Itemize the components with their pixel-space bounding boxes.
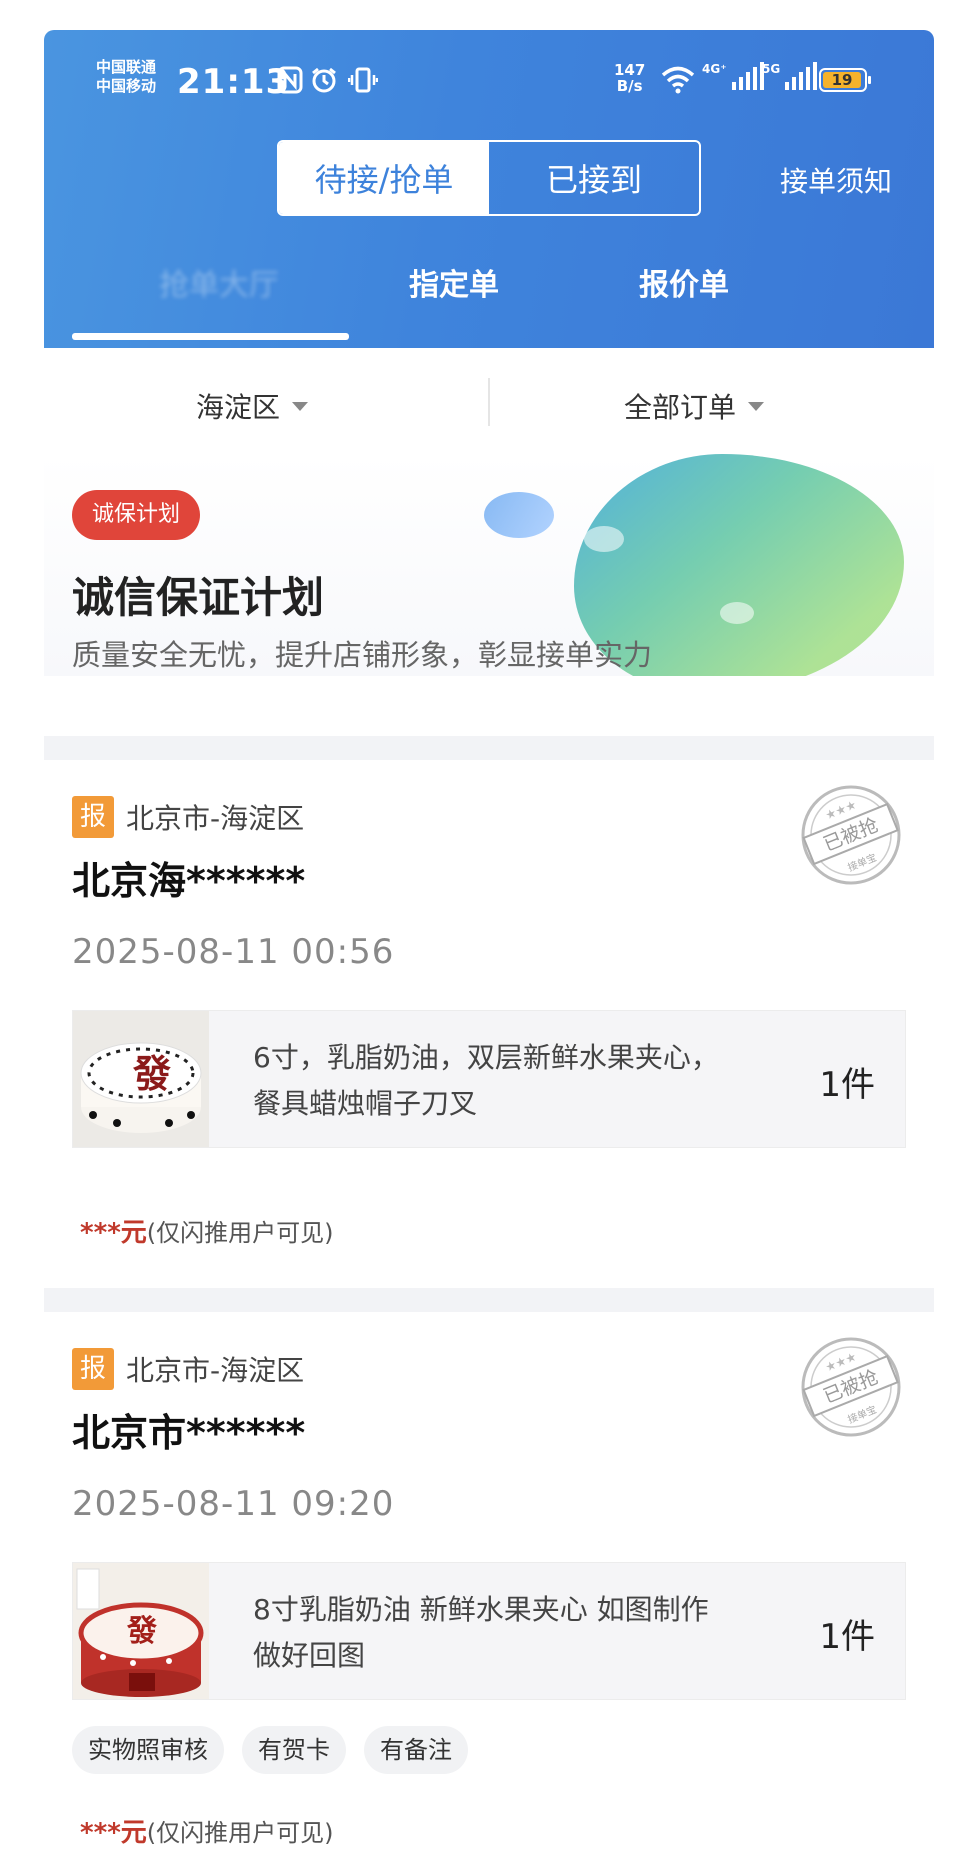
- order-price: ***元(仅闪推用户可见): [80, 1812, 334, 1849]
- signal-4g-icon: 4G⁺: [702, 62, 764, 90]
- cake-thumbnail: 發: [73, 1563, 209, 1699]
- tab-grab-hall[interactable]: 抢单大厅: [104, 260, 334, 304]
- carrier-info: 中国联通 中国移动: [96, 58, 156, 96]
- net-speed-unit: B/s: [616, 77, 643, 95]
- chevron-down-icon: [748, 401, 765, 411]
- chevron-down-icon: [292, 401, 309, 411]
- battery-level: 19: [823, 72, 861, 88]
- status-bar: 中国联通 中国移动 21:13 147 B/s 4G⁺ 5G 19: [44, 30, 934, 110]
- order-location: 报 北京市-海淀区: [72, 796, 304, 838]
- carrier-1: 中国联通: [96, 58, 157, 76]
- vibrate-icon: [347, 66, 379, 101]
- order-card[interactable]: 报 北京市-海淀区 北京海****** 2025-08-11 00:56 已被抢…: [44, 760, 934, 1288]
- cake-thumbnail: 發: [73, 1011, 209, 1147]
- item-description-line: 8寸乳脂奶油 新鲜水果夹心 如图制作: [253, 1593, 709, 1626]
- tag-greeting-card: 有贺卡: [242, 1726, 346, 1774]
- stamp-subtext: 接单宝: [846, 851, 879, 874]
- order-time: 2025-08-11 09:20: [72, 1484, 395, 1524]
- stamp-subtext: 接单宝: [846, 1403, 879, 1426]
- alarm-icon: [310, 66, 338, 101]
- price-note: (仅闪推用户可见): [146, 1219, 334, 1247]
- active-tab-indicator: [72, 333, 349, 340]
- tab-designated[interactable]: 指定单: [374, 260, 534, 304]
- plan-badge: 诚保计划: [72, 490, 201, 540]
- customer-name: 北京海******: [72, 859, 306, 903]
- signal-5g-icon: 5G: [762, 62, 818, 90]
- net-speed: 147 B/s: [614, 62, 645, 94]
- item-description-line: 6寸，乳脂奶油，双层新鲜水果夹心，: [253, 1041, 719, 1074]
- tab-quote[interactable]: 报价单: [604, 260, 764, 304]
- filter-divider: [488, 378, 490, 426]
- grabbed-stamp: 已被抢 接单宝 ★★★: [801, 1337, 901, 1437]
- header: 中国联通 中国移动 21:13 147 B/s 4G⁺ 5G 19 待接/抢单 …: [44, 30, 934, 348]
- banner-title: 诚信保证计划: [72, 573, 325, 622]
- section-divider: [44, 736, 934, 760]
- app-frame: 中国联通 中国移动 21:13 147 B/s 4G⁺ 5G 19 待接/抢单 …: [44, 30, 934, 1851]
- battery-icon: 19: [819, 68, 871, 92]
- tag-has-note: 有备注: [364, 1726, 468, 1774]
- net-type-2: 5G: [762, 62, 781, 76]
- quote-tag: 报: [72, 1348, 114, 1390]
- order-time: 2025-08-11 00:56: [72, 932, 395, 972]
- svg-text:發: 發: [132, 1051, 171, 1096]
- banner-decoration-small: [484, 492, 554, 538]
- carrier-2: 中国移动: [96, 77, 157, 95]
- order-type-filter[interactable]: 全部订单: [624, 386, 765, 426]
- net-type-1: 4G⁺: [702, 62, 727, 76]
- item-quantity: 1件: [819, 1065, 875, 1105]
- item-description-line: 餐具蜡烛帽子刀叉: [253, 1087, 478, 1120]
- quote-tag: 报: [72, 796, 114, 838]
- district-filter-label: 海淀区: [196, 391, 281, 424]
- order-status-toggle: 待接/抢单 已接到: [277, 140, 701, 216]
- order-item[interactable]: 發 8寸乳脂奶油 新鲜水果夹心 如图制作 做好回图 1件: [72, 1562, 906, 1700]
- price-note: (仅闪推用户可见): [146, 1819, 334, 1847]
- item-quantity: 1件: [819, 1617, 875, 1657]
- item-description: 8寸乳脂奶油 新鲜水果夹心 如图制作 做好回图: [253, 1587, 793, 1679]
- order-tags: 实物照审核 有贺卡 有备注: [72, 1726, 468, 1774]
- customer-name: 北京市******: [72, 1411, 306, 1455]
- grabbed-stamp: 已被抢 接单宝 ★★★: [801, 785, 901, 885]
- svg-text:發: 發: [126, 1614, 157, 1649]
- price-masked: ***元: [80, 1218, 147, 1248]
- order-price: ***元(仅闪推用户可见): [80, 1212, 334, 1249]
- net-speed-value: 147: [614, 61, 646, 79]
- order-card[interactable]: 报 北京市-海淀区 北京市****** 2025-08-11 09:20 已被抢…: [44, 1312, 934, 1851]
- district-filter[interactable]: 海淀区: [196, 386, 309, 426]
- location-text: 北京市-海淀区: [126, 802, 305, 835]
- banner-bubble: [720, 602, 754, 624]
- location-text: 北京市-海淀区: [126, 1354, 305, 1387]
- order-type-filter-label: 全部订单: [624, 391, 737, 424]
- order-location: 报 北京市-海淀区: [72, 1348, 304, 1390]
- section-divider: [44, 1288, 934, 1312]
- banner-subtitle: 质量安全无忧，提升店铺形象，彰显接单实力: [72, 638, 653, 672]
- order-notice-link[interactable]: 接单须知: [780, 160, 892, 200]
- item-description: 6寸，乳脂奶油，双层新鲜水果夹心， 餐具蜡烛帽子刀叉: [253, 1035, 793, 1127]
- tag-photo-review: 实物照审核: [72, 1726, 224, 1774]
- banner-bubble: [584, 526, 624, 552]
- filter-bar: 海淀区 全部订单: [44, 348, 934, 454]
- integrity-banner[interactable]: 诚保计划 诚信保证计划 质量安全无忧，提升店铺形象，彰显接单实力: [44, 454, 934, 676]
- wifi-icon: [660, 64, 696, 101]
- price-masked: ***元: [80, 1818, 147, 1848]
- item-description-line: 做好回图: [253, 1639, 366, 1672]
- toggle-received[interactable]: 已接到: [489, 142, 699, 214]
- nfc-icon: [277, 66, 303, 101]
- status-time: 21:13: [177, 62, 291, 102]
- order-item[interactable]: 發 6寸，乳脂奶油，双层新鲜水果夹心， 餐具蜡烛帽子刀叉 1件: [72, 1010, 906, 1148]
- toggle-pending[interactable]: 待接/抢单: [279, 142, 489, 214]
